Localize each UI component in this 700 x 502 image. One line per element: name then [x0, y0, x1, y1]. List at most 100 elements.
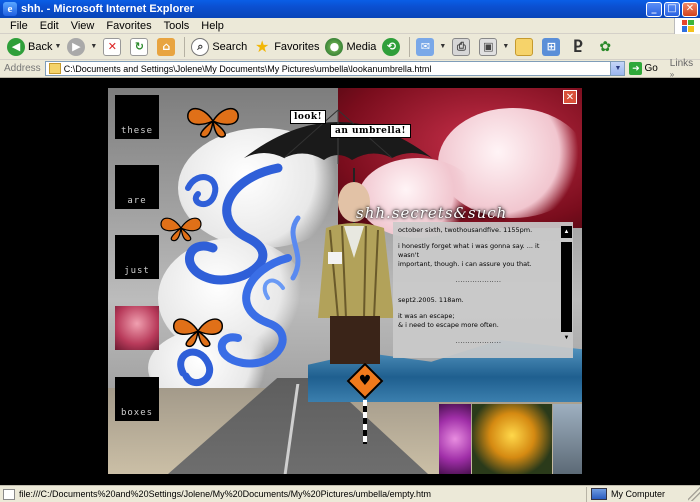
home-button[interactable]: ⌂: [154, 36, 181, 58]
entry-date: october sixth, twothousandfive. 1155pm.: [398, 226, 533, 234]
butterfly-icon: [187, 107, 239, 138]
heart-icon: ♥: [358, 373, 372, 389]
entry-separator: ...................: [455, 277, 502, 284]
back-dropdown-icon[interactable]: ▼: [54, 43, 61, 50]
home-icon: ⌂: [157, 37, 176, 56]
side-box-label: are: [127, 196, 147, 206]
menu-edit[interactable]: Edit: [34, 18, 65, 34]
side-box-photo[interactable]: [115, 306, 159, 350]
print-button[interactable]: ⎙: [449, 36, 476, 58]
history-icon: ⟲: [382, 37, 401, 56]
umbrella-label: an umbrella!: [330, 124, 411, 138]
folder-icon: [515, 37, 534, 56]
status-text: file:///C:/Documents%20and%20Settings/Jo…: [19, 489, 432, 499]
butterfly-icon: [160, 217, 202, 242]
sunflowers-photo[interactable]: [472, 404, 552, 474]
side-box-label: these: [120, 126, 154, 136]
toolbar-separator: [184, 36, 186, 57]
research-icon: ⊞: [542, 37, 561, 56]
mail-button[interactable]: ✉ ▼: [413, 36, 449, 58]
side-box-label: boxes: [120, 408, 154, 418]
blog-scrollbar[interactable]: ▲ ▼: [561, 226, 572, 342]
forward-arrow-icon: ▶: [67, 37, 86, 56]
side-box-just[interactable]: just: [115, 235, 159, 279]
entry-line: it was an escape;: [398, 312, 455, 320]
side-box-these[interactable]: these: [115, 95, 159, 139]
man-holding-umbrella-image: [318, 168, 394, 364]
go-button[interactable]: ➜ Go: [629, 62, 658, 75]
discuss-icon: Ⴒ: [573, 37, 583, 56]
ie-icon: e: [3, 2, 17, 16]
page-close-button[interactable]: ✕: [563, 90, 577, 104]
edit-button[interactable]: ▣ ▼: [476, 36, 512, 58]
messenger-button[interactable]: ✿: [593, 36, 620, 58]
minimize-button[interactable]: _: [646, 1, 662, 17]
refresh-button[interactable]: ↻: [127, 36, 154, 58]
scroll-up-icon[interactable]: ▲: [561, 226, 572, 238]
favorites-label: Favorites: [274, 40, 320, 53]
media-label: Media: [346, 40, 377, 53]
favorites-star-icon: ★: [255, 37, 270, 56]
mail-dropdown-icon[interactable]: ▼: [439, 43, 446, 50]
edit-dropdown-icon[interactable]: ▼: [502, 43, 509, 50]
stop-button[interactable]: ✕: [100, 36, 127, 58]
menu-favorites[interactable]: Favorites: [100, 18, 157, 34]
status-bar: file:///C:/Documents%20and%20Settings/Jo…: [0, 485, 700, 502]
toolbar-separator: [409, 36, 411, 57]
search-icon: ⌕: [191, 37, 210, 56]
blog-panel[interactable]: october sixth, twothousandfive. 1155pm. …: [393, 222, 573, 358]
back-button[interactable]: ◀ Back ▼: [4, 36, 64, 58]
address-url[interactable]: C:\Documents and Settings\Jolene\My Docu…: [64, 64, 611, 74]
media-icon: ●: [325, 37, 344, 56]
menu-view[interactable]: View: [65, 18, 101, 34]
research-button[interactable]: ⊞: [539, 36, 566, 58]
history-button[interactable]: ⟲: [379, 36, 406, 58]
links-button[interactable]: Links »: [670, 58, 700, 80]
side-box-are[interactable]: are: [115, 165, 159, 209]
search-button[interactable]: ⌕ Search: [188, 36, 250, 58]
back-arrow-icon: ◀: [7, 37, 25, 56]
menu-bar: File Edit View Favorites Tools Help: [0, 17, 700, 34]
close-window-button[interactable]: ✕: [682, 1, 698, 17]
menu-file[interactable]: File: [4, 18, 34, 34]
menu-tools[interactable]: Tools: [158, 18, 196, 34]
back-label: Back: [28, 40, 53, 53]
page-icon: [48, 63, 61, 74]
resize-grip[interactable]: [688, 487, 700, 501]
window-controls: _ □ ✕: [646, 1, 698, 17]
page-collage: these are just boxes look! an umbrella! …: [108, 88, 582, 474]
scroll-down-icon[interactable]: ▼: [561, 334, 572, 342]
entry-line: i honestly forget what i was gonna say. …: [398, 242, 540, 259]
forward-dropdown-icon[interactable]: ▼: [90, 43, 97, 50]
side-box-boxes[interactable]: boxes: [115, 377, 159, 421]
address-dropdown-icon[interactable]: ▼: [610, 62, 625, 75]
print-icon: ⎙: [452, 37, 471, 56]
address-input[interactable]: C:\Documents and Settings\Jolene\My Docu…: [44, 61, 626, 76]
menu-help[interactable]: Help: [195, 18, 230, 34]
flowers-photo[interactable]: [439, 404, 471, 474]
side-box-label: just: [124, 266, 150, 276]
title-bar: e shh. - Microsoft Internet Explorer _ □…: [0, 0, 700, 18]
entry-line: & i need to escape more often.: [398, 321, 499, 329]
windows-logo-icon: [674, 17, 700, 34]
links-label: Links: [669, 57, 694, 69]
discuss-button[interactable]: Ⴒ: [566, 36, 593, 58]
scroll-thumb[interactable]: [561, 242, 572, 332]
mail-icon: ✉: [416, 37, 435, 56]
entry-text: it was an escape; & i need to escape mor…: [398, 312, 559, 330]
rainbow-photo[interactable]: [553, 404, 582, 474]
window-title: shh. - Microsoft Internet Explorer: [21, 3, 194, 15]
stop-icon: ✕: [103, 37, 122, 56]
maximize-button[interactable]: □: [664, 1, 680, 17]
entry-date: sept2.2005. 118am.: [398, 296, 464, 304]
forward-button[interactable]: ▶ ▼: [64, 36, 100, 58]
folder-button[interactable]: [512, 36, 539, 58]
media-button[interactable]: ● Media: [322, 36, 379, 58]
go-label: Go: [644, 63, 658, 74]
refresh-icon: ↻: [130, 37, 149, 56]
page-status-icon: [3, 488, 15, 500]
address-bar: Address C:\Documents and Settings\Jolene…: [0, 58, 700, 80]
my-computer-icon: [591, 488, 607, 500]
favorites-button[interactable]: ★ Favorites: [250, 36, 322, 58]
security-zone: My Computer: [586, 486, 686, 502]
